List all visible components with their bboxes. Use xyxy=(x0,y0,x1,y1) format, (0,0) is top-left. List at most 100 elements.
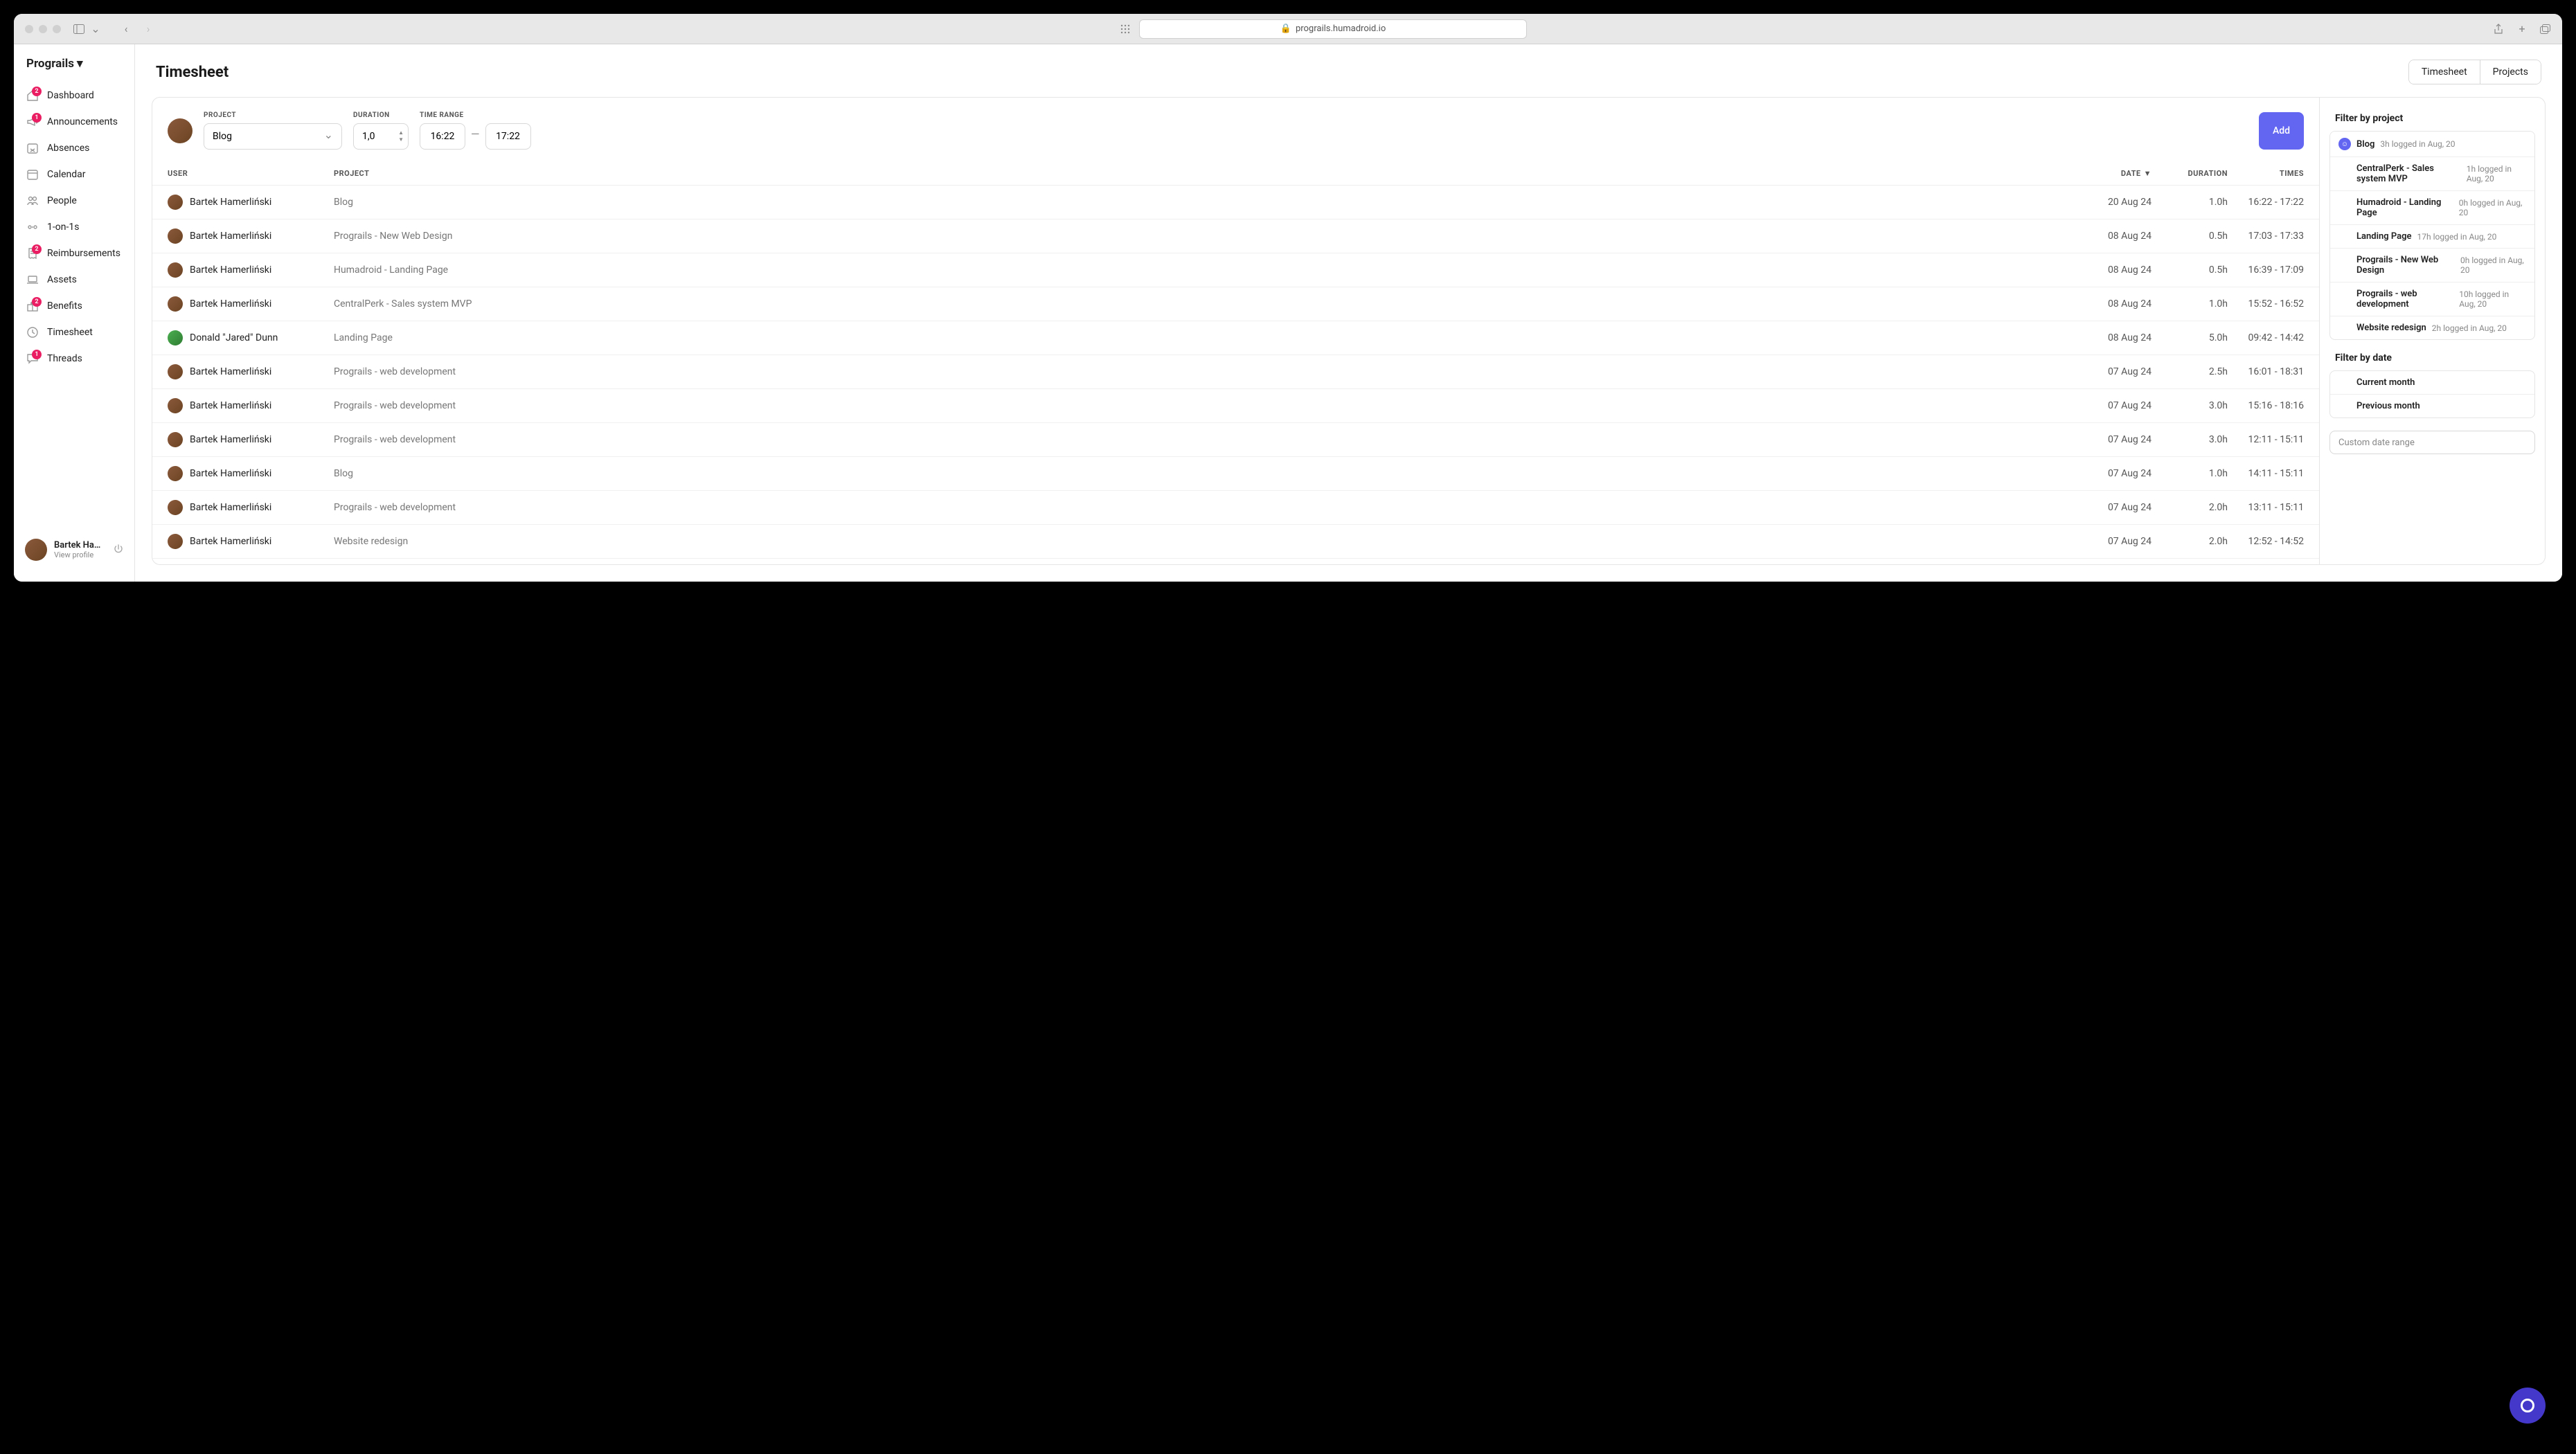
project-label: PROJECT xyxy=(204,111,342,119)
step-down-icon[interactable]: ▼ xyxy=(398,137,404,143)
sidebar-item-threads[interactable]: 1Threads xyxy=(14,346,134,371)
sidebar-toggle-icon[interactable] xyxy=(73,24,84,35)
view-profile-link[interactable]: View profile xyxy=(54,550,107,559)
duration-stepper[interactable]: 1,0 ▲▼ xyxy=(353,123,409,150)
table-row[interactable]: Donald "Jared" Dunn Landing Page 08 Aug … xyxy=(152,321,2319,355)
filters-panel: Filter by project ☺Blog 3h logged in Aug… xyxy=(2319,98,2545,564)
sidebar-item-announcements[interactable]: 1Announcements xyxy=(14,109,134,134)
minimize-window-icon[interactable] xyxy=(39,25,47,33)
filter-meta: 17h logged in Aug, 20 xyxy=(2417,232,2497,242)
timerange-label: TIME RANGE xyxy=(420,111,531,119)
table-row[interactable]: Bartek Hamerliński Prograils - web devel… xyxy=(152,389,2319,423)
cell-duration: 2.5h xyxy=(2152,366,2228,377)
cell-duration: 0.5h xyxy=(2152,231,2228,242)
cell-times: 15:16 - 18:16 xyxy=(2228,400,2304,411)
sidebar-item-assets[interactable]: Assets xyxy=(14,267,134,292)
nav-label: Assets xyxy=(47,274,77,285)
page-title: Timesheet xyxy=(156,64,229,81)
project-filter-item[interactable]: Landing Page 17h logged in Aug, 20 xyxy=(2330,225,2534,249)
clock-icon xyxy=(26,326,39,339)
sidebar-item-dashboard[interactable]: 2 Dashboard xyxy=(14,83,134,108)
table-row[interactable]: Bartek Hamerliński Prograils - web devel… xyxy=(152,423,2319,457)
add-button[interactable]: Add xyxy=(2259,112,2304,150)
sidebar-item-benefits[interactable]: 2Benefits xyxy=(14,294,134,318)
dash: — xyxy=(471,127,480,146)
chevron-down-icon[interactable]: ⌄ xyxy=(90,24,101,35)
home-icon: 2 xyxy=(26,89,39,102)
custom-date-range-input[interactable]: Custom date range xyxy=(2329,431,2535,454)
cell-duration: 1.0h xyxy=(2152,197,2228,208)
time-from-input[interactable]: 16:22 xyxy=(420,123,465,150)
sidebar-item-absences[interactable]: Absences xyxy=(14,136,134,161)
project-select[interactable]: Blog xyxy=(204,123,342,150)
cell-project: Prograils - web development xyxy=(334,366,2075,377)
th-date[interactable]: DATE ▼ xyxy=(2075,169,2152,178)
filter-name: Previous month xyxy=(2356,401,2420,411)
power-icon[interactable] xyxy=(114,544,123,555)
tabs-icon[interactable] xyxy=(2540,24,2551,35)
filter-name: Prograils - web development xyxy=(2356,289,2453,309)
close-window-icon[interactable] xyxy=(25,25,33,33)
lock-icon: 🔒 xyxy=(1280,24,1291,34)
table-row[interactable]: Bartek Hamerliński Website redesign 07 A… xyxy=(152,525,2319,559)
table-row[interactable]: Bartek Hamerliński Blog 07 Aug 24 1.0h 1… xyxy=(152,457,2319,491)
chat-fab[interactable] xyxy=(2510,1388,2546,1424)
sidebar-item-timesheet[interactable]: Timesheet xyxy=(14,320,134,345)
filter-date-title: Filter by date xyxy=(2329,350,2535,370)
table-row[interactable]: Jakub Drewniak Landing Page 07 Aug 24 1.… xyxy=(152,559,2319,565)
table-row[interactable]: Bartek Hamerliński Prograils - web devel… xyxy=(152,491,2319,525)
url-bar[interactable]: 🔒 prograils.humadroid.io xyxy=(1139,19,1527,39)
sidebar-item-reimbursements[interactable]: 2Reimbursements xyxy=(14,241,134,266)
project-filter-item[interactable]: Prograils - New Web Design 0h logged in … xyxy=(2330,249,2534,282)
cell-date: 08 Aug 24 xyxy=(2075,264,2152,276)
project-filter-item[interactable]: ☺Blog 3h logged in Aug, 20 xyxy=(2330,132,2534,157)
sidebar-item-calendar[interactable]: Calendar xyxy=(14,162,134,187)
project-value: Blog xyxy=(213,131,232,142)
table-row[interactable]: Bartek Hamerliński Prograils - New Web D… xyxy=(152,219,2319,253)
th-user: USER xyxy=(168,169,334,178)
cell-duration: 1.0h xyxy=(2152,468,2228,479)
grid-icon[interactable] xyxy=(1120,24,1131,35)
footer-user-name: Bartek Hamerli xyxy=(54,540,107,550)
nav-label: Dashboard xyxy=(47,90,94,101)
form-avatar xyxy=(168,118,193,143)
step-up-icon[interactable]: ▲ xyxy=(398,130,404,136)
cell-date: 07 Aug 24 xyxy=(2075,400,2152,411)
project-filter-item[interactable]: CentralPerk - Sales system MVP 1h logged… xyxy=(2330,157,2534,191)
cell-project: Humadroid - Landing Page xyxy=(334,264,2075,276)
table-row[interactable]: Bartek Hamerliński Prograils - web devel… xyxy=(152,355,2319,389)
date-filter-item[interactable]: Current month xyxy=(2330,371,2534,395)
time-to-input[interactable]: 17:22 xyxy=(485,123,531,150)
avatar xyxy=(168,466,183,481)
url-text: prograils.humadroid.io xyxy=(1296,24,1386,34)
project-filter-item[interactable]: Humadroid - Landing Page 0h logged in Au… xyxy=(2330,191,2534,225)
brand[interactable]: Prograils ▾ xyxy=(14,57,134,83)
maximize-window-icon[interactable] xyxy=(53,25,61,33)
cell-date: 07 Aug 24 xyxy=(2075,468,2152,479)
plus-icon[interactable]: + xyxy=(2516,24,2528,35)
cell-user: Bartek Hamerliński xyxy=(168,398,334,413)
project-filter-item[interactable]: Website redesign 2h logged in Aug, 20 xyxy=(2330,316,2534,339)
badge: 1 xyxy=(32,113,42,123)
sidebar-footer[interactable]: Bartek Hamerli View profile xyxy=(14,530,134,569)
forward-icon[interactable]: › xyxy=(143,24,154,35)
avatar xyxy=(25,539,47,561)
filter-name: Website redesign xyxy=(2356,323,2426,333)
date-filter-item[interactable]: Previous month xyxy=(2330,395,2534,418)
table-row[interactable]: Bartek Hamerliński CentralPerk - Sales s… xyxy=(152,287,2319,321)
tab-timesheet[interactable]: Timesheet xyxy=(2409,60,2480,84)
table-row[interactable]: Bartek Hamerliński Blog 20 Aug 24 1.0h 1… xyxy=(152,186,2319,219)
tab-projects[interactable]: Projects xyxy=(2480,60,2541,84)
cell-user: Donald "Jared" Dunn xyxy=(168,330,334,345)
back-icon[interactable]: ‹ xyxy=(120,24,132,35)
table-row[interactable]: Bartek Hamerliński Humadroid - Landing P… xyxy=(152,253,2319,287)
cell-project: Prograils - New Web Design xyxy=(334,231,2075,242)
sidebar-item-1-on-1s[interactable]: 1-on-1s xyxy=(14,215,134,240)
project-filter-item[interactable]: Prograils - web development 10h logged i… xyxy=(2330,282,2534,316)
sidebar-item-people[interactable]: People xyxy=(14,188,134,213)
nav-label: Threads xyxy=(47,353,82,364)
cell-times: 17:03 - 17:33 xyxy=(2228,231,2304,242)
cell-project: Blog xyxy=(334,468,2075,479)
share-icon[interactable] xyxy=(2493,24,2504,35)
content-card: PROJECT Blog DURATION 1,0 ▲▼ xyxy=(152,97,2546,565)
